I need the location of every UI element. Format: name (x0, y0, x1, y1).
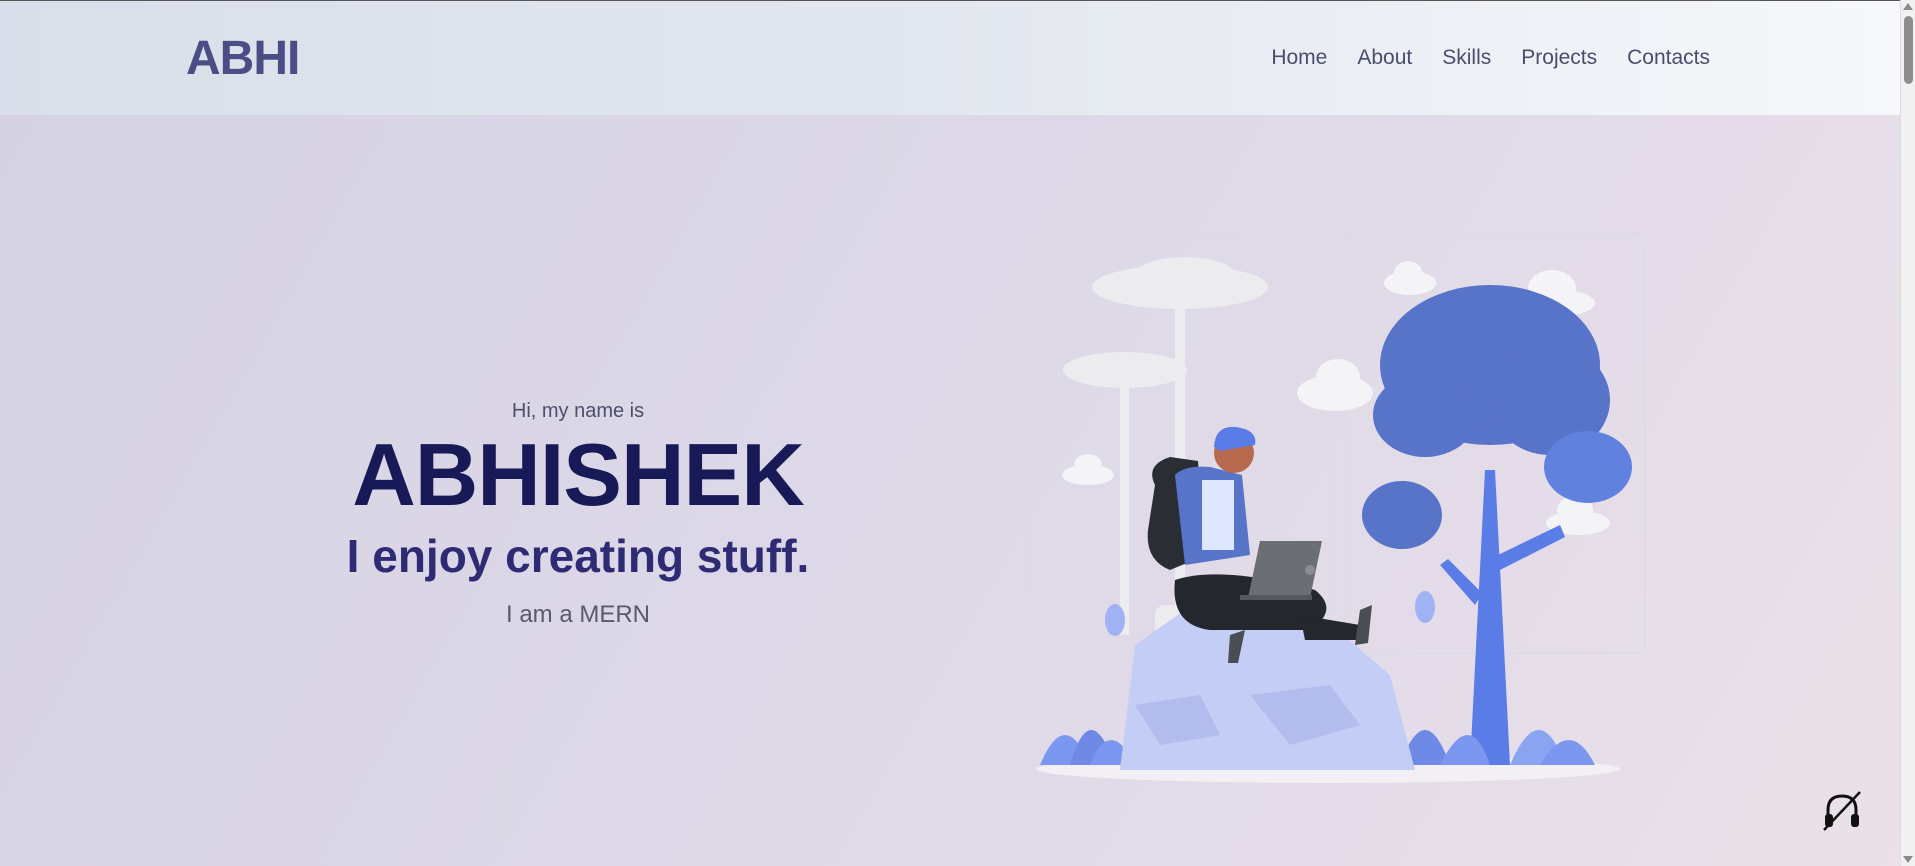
nav-link-about[interactable]: About (1357, 46, 1412, 70)
scroll-up-arrow-icon[interactable] (1903, 3, 1913, 10)
navbar: ABHI Home About Skills Projects Contacts (0, 1, 1900, 115)
nav-links: Home About Skills Projects Contacts (1241, 46, 1710, 70)
nav-link-projects[interactable]: Projects (1521, 46, 1597, 70)
nav-link-skills[interactable]: Skills (1442, 46, 1491, 70)
scroll-down-arrow-icon[interactable] (1903, 856, 1913, 863)
scrollbar-thumb[interactable] (1904, 16, 1913, 84)
site-logo[interactable]: ABHI (186, 31, 300, 86)
audio-toggle-button[interactable] (1818, 786, 1866, 834)
nav-link-contacts[interactable]: Contacts (1627, 46, 1710, 70)
hero-intro: Hi, my name is ABHISHEK I enjoy creating… (330, 400, 826, 629)
hero-illustration (1029, 232, 1646, 783)
hero-name: ABHISHEK (352, 425, 805, 524)
hero-role: I am a MERN (505, 601, 651, 628)
rock (1120, 610, 1415, 770)
vertical-scrollbar[interactable] (1900, 0, 1915, 866)
hero-greeting: Hi, my name is (511, 400, 645, 422)
hero-tagline: I enjoy creating stuff. (346, 530, 810, 582)
muted-headphones-icon (1823, 791, 1861, 831)
nav-link-home[interactable]: Home (1271, 46, 1327, 70)
